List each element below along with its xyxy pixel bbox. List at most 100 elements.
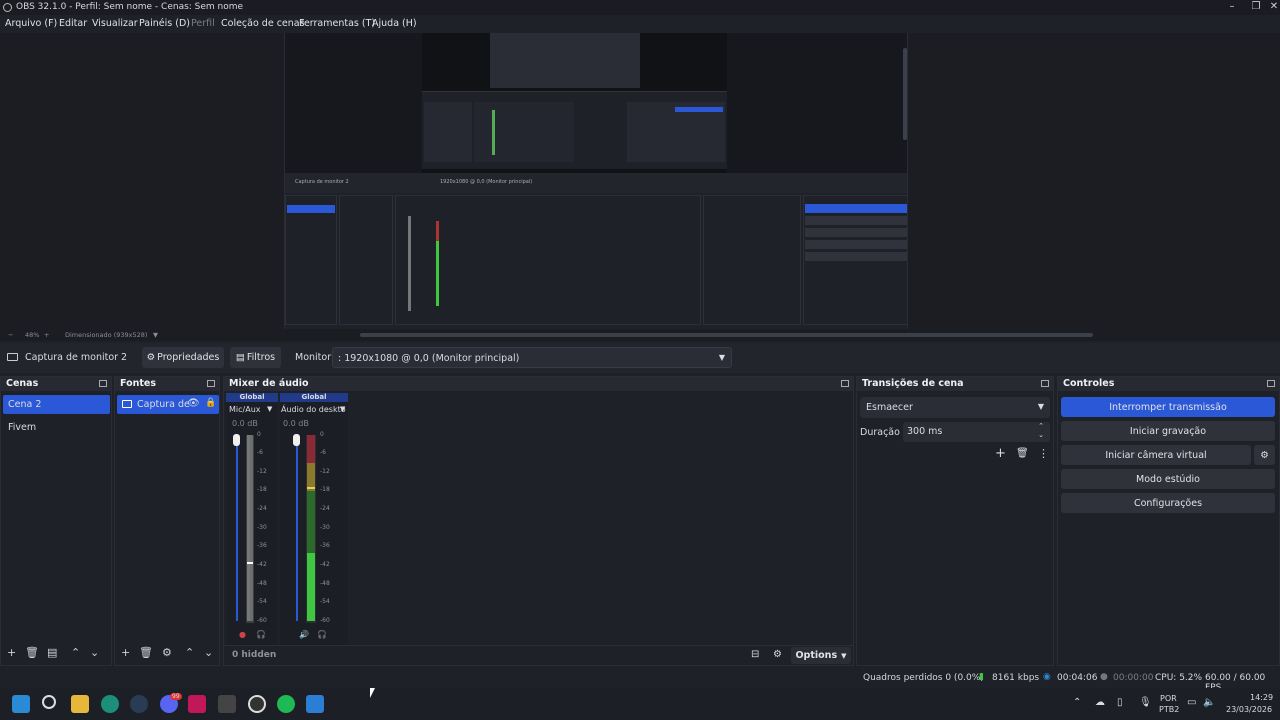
start-menu-icon[interactable] (12, 695, 30, 713)
filters-button[interactable]: ▤ Filtros (230, 347, 281, 368)
app-icon[interactable] (306, 695, 324, 713)
filter-icon[interactable]: ▤ (47, 646, 57, 659)
app-icon[interactable] (188, 695, 206, 713)
nested-control-btn (805, 252, 907, 261)
volume-slider-handle[interactable] (293, 434, 300, 446)
meter-tick: -12 (257, 468, 267, 475)
chevron-up-icon[interactable]: ⌃ (1073, 697, 1081, 708)
stop-streaming-label: Interromper transmissão (1109, 401, 1227, 413)
steam-icon[interactable] (130, 695, 148, 713)
chevron-up-icon[interactable]: ⌃ (1038, 422, 1044, 430)
undock-icon[interactable] (1041, 380, 1049, 387)
search-icon[interactable] (42, 695, 56, 709)
monitor-select[interactable]: : 1920x1080 @ 0,0 (Monitor principal) ▼ (332, 347, 732, 368)
add-icon[interactable]: + (121, 646, 130, 659)
chevron-down-icon[interactable]: ▼ (267, 405, 272, 413)
channel-name[interactable]: Mic/Aux (229, 405, 261, 414)
headphones-icon[interactable]: 🎧 (256, 630, 266, 639)
start-virtual-camera-button[interactable]: Iniciar câmera virtual (1061, 445, 1251, 465)
scene-item[interactable]: Cena 2 (3, 395, 110, 414)
meter-tick: -18 (257, 486, 267, 493)
preview-canvas[interactable]: Captura de monitor 2 1920x1080 @ 0,0 (Mo… (284, 33, 908, 329)
signal-icon: ▮ (979, 672, 984, 682)
layout-icon[interactable]: ⊟ (751, 649, 759, 660)
arrow-up-icon[interactable]: ⌃ (185, 646, 194, 659)
spotify-icon[interactable] (277, 695, 295, 713)
virtual-camera-settings-button[interactable]: ⚙ (1254, 445, 1275, 465)
speaker-icon[interactable]: 🔊 (299, 630, 309, 639)
preview-vertical-scrollbar[interactable] (903, 48, 907, 140)
scenes-title: Cenas (6, 378, 39, 389)
volume-slider-track[interactable] (236, 435, 238, 621)
volume-icon[interactable]: 🔈 (1203, 697, 1215, 708)
gear-icon[interactable]: ⚙ (162, 646, 172, 659)
clock-date[interactable]: 23/03/2026 (1226, 705, 1272, 714)
filters-label: Filtros (246, 352, 276, 363)
arrow-up-icon[interactable]: ⌃ (71, 646, 80, 659)
device-icon[interactable]: ▯ (1117, 697, 1123, 708)
transition-select[interactable]: Esmaecer ▼ (860, 397, 1050, 418)
stop-streaming-button[interactable]: Interromper transmissão (1061, 397, 1275, 417)
menu-tools[interactable]: Ferramentas (T) (299, 18, 375, 29)
undock-icon[interactable] (841, 380, 849, 387)
mic-muted-icon[interactable]: ● (239, 630, 246, 639)
zoom-in-icon[interactable]: + (44, 331, 49, 339)
file-explorer-icon[interactable] (71, 695, 89, 713)
close-icon[interactable]: ✕ (1262, 0, 1280, 15)
headphones-icon[interactable]: 🎧 (317, 630, 327, 639)
eye-icon[interactable]: 👁 (187, 398, 200, 409)
advanced-audio-icon[interactable]: ⚙ (773, 649, 782, 660)
start-recording-button[interactable]: Iniciar gravação (1061, 421, 1275, 441)
clock-time[interactable]: 14:29 (1250, 693, 1273, 702)
menu-edit[interactable]: Editar (59, 18, 87, 29)
scene-item[interactable]: Fivem (3, 418, 110, 437)
chevron-down-icon[interactable]: ⌄ (1038, 431, 1044, 439)
duration-spinbox[interactable]: 300 ms ⌃ ⌄ (903, 422, 1050, 442)
channel-name[interactable]: Áudio do deskto (281, 405, 346, 414)
keyboard-layout[interactable]: PTB2 (1159, 705, 1179, 714)
more-options-icon[interactable]: ⋮ (1038, 447, 1049, 460)
edge-icon[interactable] (101, 695, 119, 713)
undock-icon[interactable] (99, 380, 107, 387)
menu-profile[interactable]: Perfil (191, 18, 215, 29)
undock-icon[interactable] (207, 380, 215, 387)
settings-button[interactable]: Configurações (1061, 493, 1275, 513)
trash-icon[interactable]: 🗑 (25, 646, 39, 659)
options-button[interactable]: Options ▼ (791, 647, 851, 664)
scene-label: Cena 2 (8, 399, 42, 410)
obs-icon[interactable] (248, 695, 266, 713)
lock-icon[interactable]: 🔒 (205, 398, 216, 408)
trash-icon[interactable]: 🗑 (139, 646, 153, 659)
menu-help[interactable]: Ajuda (H) (372, 18, 417, 29)
menu-file[interactable]: Arquivo (F) (5, 18, 57, 29)
cloud-icon[interactable]: ☁ (1095, 697, 1105, 708)
source-item[interactable]: Captura de 👁 🔒 (117, 395, 219, 414)
chevron-down-icon[interactable]: ▼ (340, 405, 345, 413)
window-title: OBS 32.1.0 - Perfil: Sem nome - Cenas: S… (16, 2, 244, 12)
volume-slider-track[interactable] (296, 435, 298, 621)
controls-panel: Controles (1057, 376, 1280, 666)
scaling-dropdown-icon[interactable]: ▼ (153, 331, 158, 339)
undock-icon[interactable] (1267, 380, 1275, 387)
add-icon[interactable]: + (7, 646, 16, 659)
language-code[interactable]: POR (1160, 694, 1177, 703)
menu-bar: Arquivo (F) Editar Visualizar Painéis (D… (0, 15, 1280, 33)
menu-scene-collection[interactable]: Coleção de cenas (221, 18, 305, 29)
channel-volume: 0.0 dB (283, 419, 309, 428)
arrow-down-icon[interactable]: ⌄ (90, 646, 99, 659)
app-icon[interactable] (218, 695, 236, 713)
preview-horizontal-scrollbar[interactable] (360, 333, 1093, 337)
minimize-icon[interactable]: – (1220, 0, 1244, 15)
network-icon[interactable]: ▭ (1187, 697, 1196, 708)
gear-icon: ⚙ (146, 352, 156, 363)
studio-mode-button[interactable]: Modo estúdio (1061, 469, 1275, 489)
menu-view[interactable]: Visualizar (92, 18, 138, 29)
menu-docks[interactable]: Painéis (D) (139, 18, 190, 29)
zoom-out-icon[interactable]: − (8, 331, 13, 339)
properties-button[interactable]: ⚙ Propriedades (142, 347, 224, 368)
microphone-icon[interactable]: 🎙 (1139, 697, 1152, 708)
arrow-down-icon[interactable]: ⌄ (204, 646, 213, 659)
volume-slider-handle[interactable] (233, 434, 240, 446)
add-transition-icon[interactable]: + (995, 446, 1006, 461)
trash-icon[interactable]: 🗑 (1016, 448, 1029, 459)
